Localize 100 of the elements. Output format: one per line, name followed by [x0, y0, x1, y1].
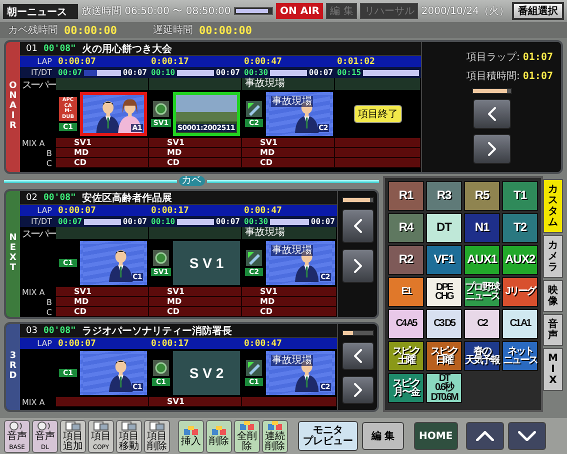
- broadcast-time: 放送時間 06:50:00 〜 08:50:00: [81, 4, 231, 18]
- program-select-button[interactable]: 番組選択: [512, 2, 564, 20]
- in-time: 00:30: [244, 68, 268, 77]
- in-time: 00:07: [58, 68, 82, 77]
- chevron-up-icon: [476, 430, 494, 442]
- palette-tab[interactable]: 音声: [543, 314, 563, 346]
- source-tile[interactable]: T1: [502, 181, 538, 211]
- edit-button[interactable]: 編 集: [362, 422, 404, 450]
- source-tile[interactable]: 春の 天気予報: [464, 341, 500, 371]
- title-card: S V 1: [173, 241, 240, 285]
- source-tile[interactable]: Jリーグ: [502, 277, 538, 307]
- level-meter: [472, 88, 512, 94]
- program-name: 朝ーニュース: [3, 4, 78, 18]
- toolbar-button[interactable]: 挿入: [178, 420, 204, 452]
- row-label: LAP: [36, 205, 53, 216]
- lap-time: 0:00:47: [243, 338, 283, 349]
- mix-source-cell: CD: [149, 307, 242, 317]
- lap-time: 0:00:17: [150, 338, 190, 349]
- duration-time: 00:07: [122, 217, 147, 226]
- pen-icon: [246, 250, 262, 266]
- source-tile[interactable]: R2: [388, 245, 424, 275]
- mix-source-cell: MD: [56, 297, 149, 307]
- next-button[interactable]: [342, 376, 374, 404]
- source-tile[interactable]: R1: [388, 181, 424, 211]
- toolbar-button[interactable]: 削除: [206, 420, 232, 452]
- source-tile[interactable]: R4: [388, 213, 424, 243]
- duration-bar: [270, 218, 309, 224]
- toolbar-button[interactable]: 項目追加: [60, 420, 86, 452]
- source-tile[interactable]: スピ-ク 月〜金: [388, 373, 424, 403]
- location-caption: 事故現場: [271, 245, 313, 256]
- lap-time: 0:00:17: [150, 56, 190, 67]
- previous-button[interactable]: [342, 342, 374, 370]
- mix-source-cell: SV1: [242, 138, 335, 148]
- source-tile[interactable]: C1 A1: [502, 309, 538, 339]
- title-card: S V 2: [173, 351, 240, 395]
- duration-time: 00:07: [310, 217, 335, 226]
- source-tile[interactable]: スピ-ク 日曜: [426, 341, 462, 371]
- previous-button[interactable]: [342, 209, 374, 243]
- toolbar-button[interactable]: 項目削除: [144, 420, 170, 452]
- mix-source-cell: SV1: [149, 397, 242, 407]
- source-tile[interactable]: DPE CHG: [426, 277, 462, 307]
- item-title: 火の用心餅つき大会: [82, 42, 172, 56]
- mix-source-cell: CD: [149, 158, 242, 168]
- palette-tab[interactable]: 映像: [543, 280, 563, 312]
- toolbar-button[interactable]: 項目移動: [116, 420, 142, 452]
- in-time: 00:30: [244, 217, 268, 226]
- row-label: C: [45, 307, 53, 317]
- lap-time: 0:00:17: [150, 205, 190, 216]
- location-caption: 事故現場: [271, 96, 313, 107]
- blocks-icon: [267, 420, 283, 430]
- mix-source-cell: SV1: [56, 138, 149, 148]
- lap-time: 0:00:07: [57, 56, 97, 67]
- in-time: 00:07: [58, 217, 82, 226]
- in-time: 00:10: [151, 68, 176, 77]
- source-tile[interactable]: R5: [464, 181, 500, 211]
- blocks-icon: [239, 420, 255, 430]
- mix-source-cell: MD: [149, 297, 242, 307]
- palette-tab[interactable]: カスタム: [543, 179, 563, 233]
- row-label: MIX A: [21, 287, 46, 297]
- source-tile[interactable]: N1: [464, 213, 500, 243]
- lap-time: 0:00:07: [57, 205, 97, 216]
- next-button[interactable]: [342, 249, 374, 283]
- source-tile[interactable]: T2: [502, 213, 538, 243]
- source-tile[interactable]: プロ野球 ニュース: [464, 277, 500, 307]
- scroll-up-button[interactable]: [466, 422, 504, 450]
- pen-icon: [246, 101, 262, 117]
- duration-bar: [84, 70, 121, 76]
- globe-icon: [153, 101, 169, 117]
- item-duration: 00'08": [43, 192, 76, 202]
- mix-source-cell: SV1: [149, 138, 242, 148]
- previous-button[interactable]: [472, 99, 510, 129]
- toolbar-button[interactable]: 全削除: [234, 420, 260, 452]
- chevron-left-icon: [354, 219, 362, 233]
- source-tile[interactable]: VF1: [426, 245, 462, 275]
- mix-source-cell: CD: [56, 158, 149, 168]
- mix-source-cell: CD: [56, 307, 149, 317]
- in-time: 00:15: [337, 68, 362, 77]
- source-tile[interactable]: R3: [426, 181, 462, 211]
- document-icon: [149, 420, 165, 430]
- chevron-left-icon: [354, 349, 362, 363]
- row-label: MIX A: [21, 138, 46, 148]
- toolbar-button[interactable]: 連続削除: [262, 420, 288, 452]
- row-label: MIX A: [21, 397, 46, 407]
- source-tile[interactable]: DT: [426, 213, 462, 243]
- palette-tab[interactable]: MIX: [543, 348, 563, 391]
- monitor-preview-button[interactable]: モニタ プレビュー: [298, 421, 358, 451]
- row-label: C: [45, 158, 53, 168]
- palette-tab[interactable]: カメラ: [543, 235, 563, 278]
- source-tile[interactable]: C4 A5: [388, 309, 424, 339]
- end-item-button[interactable]: 項目終了: [354, 105, 402, 123]
- item-duration: 00'08": [43, 44, 76, 54]
- source-tile[interactable]: ネット ニュース: [502, 341, 538, 371]
- next-button[interactable]: [472, 134, 510, 164]
- source-tile[interactable]: C3 D5: [426, 309, 462, 339]
- home-button[interactable]: HOME: [414, 422, 458, 450]
- mix-source-cell: SV1: [56, 287, 149, 297]
- source-tile[interactable]: C2: [464, 309, 500, 339]
- source-tile[interactable]: DT 0.6秒 DT0.6M: [426, 373, 462, 403]
- scroll-down-button[interactable]: [508, 422, 546, 450]
- chevron-right-icon: [354, 259, 362, 273]
